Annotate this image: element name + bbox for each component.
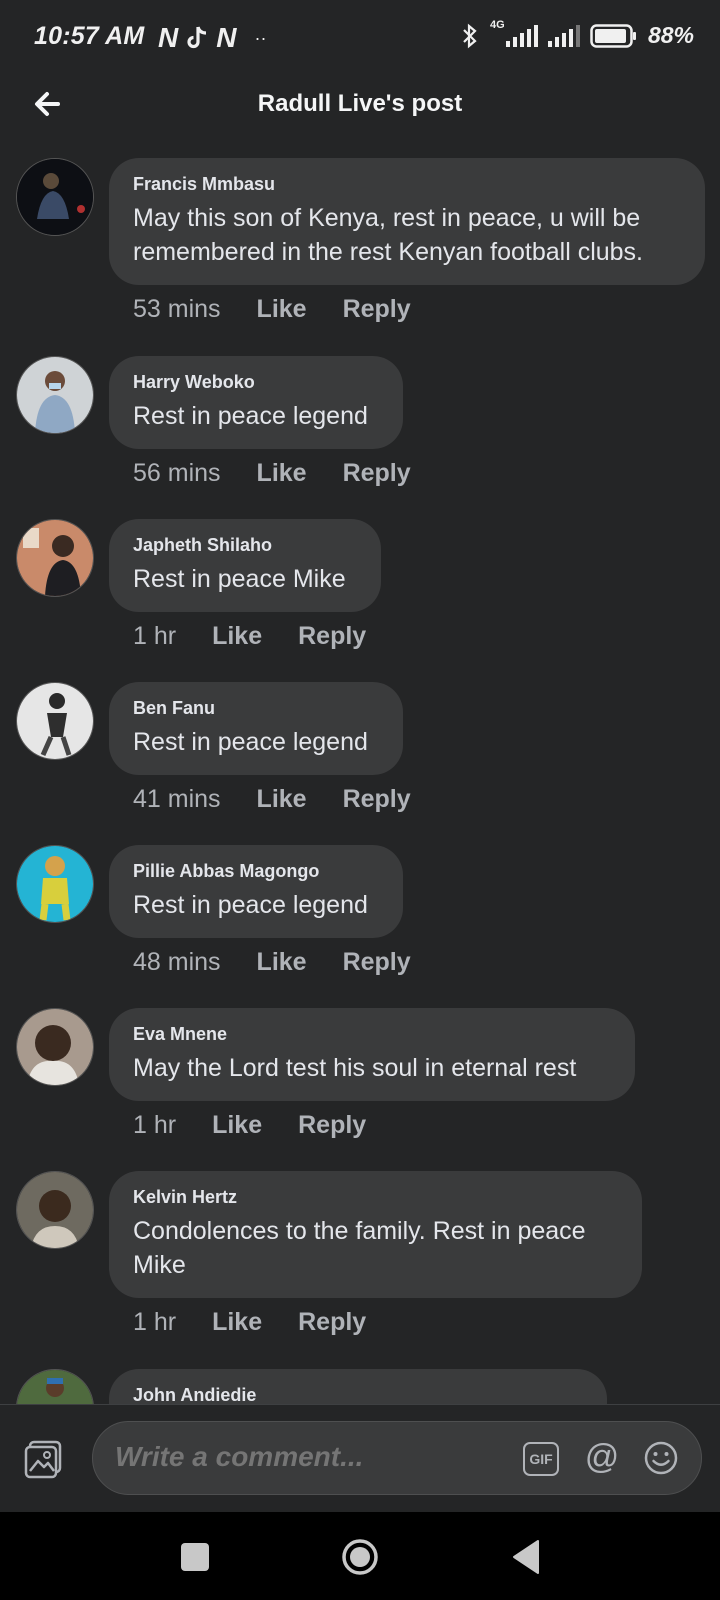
comment-text: Rest in peace Mike (133, 565, 346, 593)
avatar[interactable] (16, 845, 94, 923)
comment-text: May the Lord test his soul in eternal re… (133, 1054, 577, 1082)
comment-input-container: GIF @ (92, 1421, 702, 1495)
comment-text: Rest in peace legend (133, 402, 368, 430)
like-button[interactable]: Like (257, 785, 307, 814)
avatar[interactable] (16, 1171, 94, 1249)
battery-level: 88% (647, 22, 694, 48)
comment-author[interactable]: Japheth Shilaho (133, 535, 357, 556)
comment-meta: 41 mins Like Reply (133, 785, 411, 814)
comment-bubble: Eva Mnene May the Lord test his soul in … (109, 1008, 635, 1101)
signal-icon (547, 24, 580, 47)
avatar[interactable] (16, 682, 94, 760)
avatar[interactable] (16, 158, 94, 236)
header: Radull Live's post (0, 70, 720, 150)
notification-icons: N N ·· (158, 22, 266, 54)
system-icons: 4G 88% (462, 19, 694, 49)
status-time: 10:57 AM (34, 22, 145, 50)
user-photo (17, 683, 93, 759)
comment-input[interactable] (113, 1440, 497, 1474)
home-icon[interactable] (341, 1538, 379, 1576)
photo-icon[interactable] (24, 1439, 64, 1479)
comment-bubble: Pillie Abbas Magongo Rest in peace legen… (109, 845, 403, 938)
comment-author[interactable]: Francis Mmbasu (133, 174, 681, 195)
comment-text: Condolences to the family. Rest in peace… (133, 1217, 586, 1279)
tiktok-icon (187, 26, 207, 49)
avatar[interactable] (16, 356, 94, 434)
comment-bubble: Ben Fanu Rest in peace legend (109, 682, 403, 775)
comment-meta: 48 mins Like Reply (133, 948, 411, 977)
system-nav-bar (0, 1512, 720, 1600)
comment-meta: 53 mins Like Reply (133, 295, 411, 324)
reply-button[interactable]: Reply (298, 622, 366, 651)
reply-button[interactable]: Reply (343, 295, 411, 324)
comment-author[interactable]: Eva Mnene (133, 1024, 611, 1045)
comment-meta: 56 mins Like Reply (133, 459, 411, 488)
battery-icon (590, 23, 636, 48)
comment-meta: 1 hr Like Reply (133, 1308, 366, 1337)
comment-bubble: Harry Weboko Rest in peace legend (109, 356, 403, 449)
reply-button[interactable]: Reply (343, 459, 411, 488)
comment-time: 56 mins (133, 459, 221, 487)
gif-icon[interactable]: GIF (523, 1442, 559, 1476)
like-button[interactable]: Like (212, 1308, 262, 1337)
netflix-icon: N (158, 22, 179, 53)
avatar[interactable] (16, 1008, 94, 1086)
like-button[interactable]: Like (212, 622, 262, 651)
comment-bubble: Kelvin Hertz Condolences to the family. … (109, 1171, 642, 1298)
comment-composer: GIF @ (0, 1404, 720, 1513)
comment-author[interactable]: Ben Fanu (133, 698, 379, 719)
user-photo (17, 520, 93, 596)
comment-text: Rest in peace legend (133, 728, 368, 756)
bluetooth-icon (463, 23, 477, 48)
comment-author[interactable]: John Andiedie (133, 1385, 583, 1405)
user-photo (17, 846, 93, 922)
page-title: Radull Live's post (257, 90, 463, 117)
reply-button[interactable]: Reply (343, 785, 411, 814)
avatar[interactable] (16, 1369, 94, 1405)
back-triangle-icon[interactable] (511, 1538, 541, 1576)
comment-time: 1 hr (133, 1308, 177, 1336)
user-photo (17, 1172, 93, 1248)
reply-button[interactable]: Reply (298, 1111, 366, 1140)
comment-bubble: John Andiedie (109, 1369, 607, 1405)
comment-list[interactable]: Francis Mmbasu May this son of Kenya, re… (0, 150, 720, 1405)
recents-icon[interactable] (181, 1543, 209, 1571)
like-button[interactable]: Like (257, 295, 307, 324)
comment-meta: 1 hr Like Reply (133, 1111, 366, 1140)
comment-time: 1 hr (133, 622, 177, 650)
comment-time: 41 mins (133, 785, 221, 813)
comment-time: 1 hr (133, 1111, 177, 1139)
user-photo (17, 1009, 93, 1085)
like-button[interactable]: Like (257, 459, 307, 488)
user-photo (17, 357, 93, 433)
comment-author[interactable]: Pillie Abbas Magongo (133, 861, 379, 882)
user-photo (17, 1370, 93, 1405)
comment-time: 48 mins (133, 948, 221, 976)
signal-4g-icon: 4G (488, 19, 538, 47)
reply-button[interactable]: Reply (343, 948, 411, 977)
like-button[interactable]: Like (257, 948, 307, 977)
reply-button[interactable]: Reply (298, 1308, 366, 1337)
like-button[interactable]: Like (212, 1111, 262, 1140)
netflix-icon: N (216, 22, 237, 53)
status-bar: 10:57 AM N N ·· 4G 88% (0, 0, 720, 70)
comment-author[interactable]: Harry Weboko (133, 372, 379, 393)
comment-bubble: Francis Mmbasu May this son of Kenya, re… (109, 158, 705, 285)
comment-time: 53 mins (133, 295, 221, 323)
comment-text: May this son of Kenya, rest in peace, u … (133, 204, 643, 266)
mention-icon[interactable]: @ (583, 1438, 621, 1476)
comment-author[interactable]: Kelvin Hertz (133, 1187, 618, 1208)
comment-bubble: Japheth Shilaho Rest in peace Mike (109, 519, 381, 612)
emoji-icon[interactable] (643, 1440, 679, 1476)
network-type: 4G (489, 18, 505, 31)
comment-text: Rest in peace legend (133, 891, 368, 919)
comment-meta: 1 hr Like Reply (133, 622, 366, 651)
user-photo (17, 159, 93, 235)
more-notifications-icon: ·· (254, 27, 267, 48)
avatar[interactable] (16, 519, 94, 597)
